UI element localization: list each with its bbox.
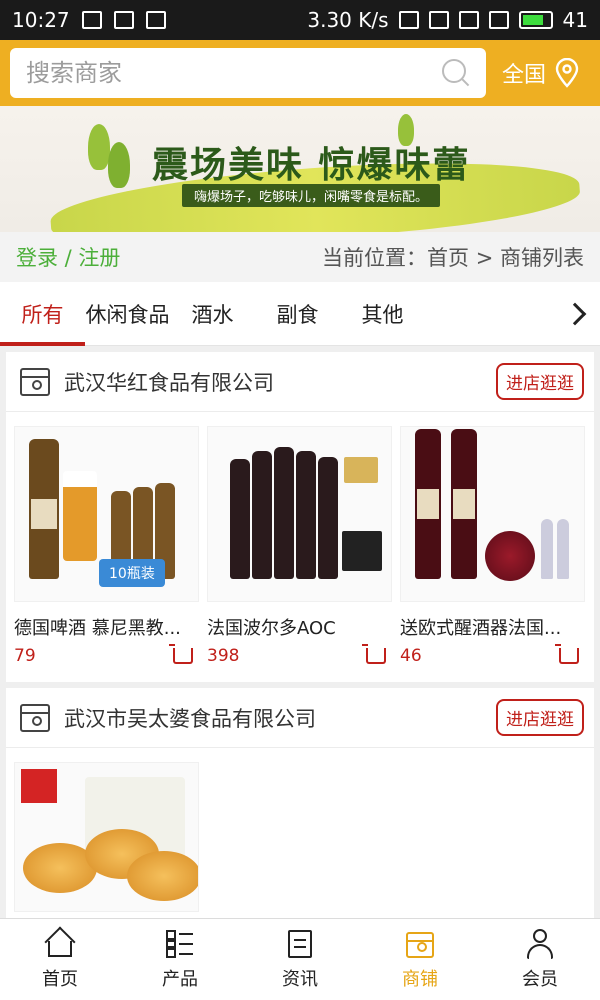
shop-name[interactable]: 武汉市吴太婆食品有限公司	[64, 703, 316, 733]
beer-glass	[63, 471, 97, 561]
banner-tree	[88, 124, 110, 170]
product-name[interactable]: 德国啤酒 慕尼黑教...	[14, 614, 199, 640]
wifi-icon	[458, 11, 479, 29]
status-time: 10:27	[12, 8, 70, 32]
product-image[interactable]	[14, 762, 199, 912]
battery-icon	[518, 11, 553, 29]
wine-bottle	[230, 459, 250, 579]
product-name[interactable]: 送欧式醒酒器法国...	[400, 614, 585, 640]
store-icon	[20, 703, 50, 732]
promo-tag-image	[21, 769, 57, 803]
nav-member-label: 会员	[522, 968, 558, 990]
shop-name[interactable]: 武汉华红食品有限公司	[64, 367, 274, 397]
status-bar: 10:27 3.30 K/s 41	[0, 0, 600, 40]
product-image[interactable]	[207, 426, 392, 602]
visit-store-button[interactable]: 进店逛逛	[496, 699, 584, 736]
alarm-icon	[428, 11, 449, 29]
nav-stores-label: 商铺	[402, 968, 438, 990]
shop-header: 武汉华红食品有限公司 进店逛逛	[6, 352, 594, 412]
wine-bottle	[415, 429, 441, 579]
nav-member[interactable]: 会员	[480, 919, 600, 1000]
shop-card: 武汉市吴太婆食品有限公司 进店逛逛	[6, 688, 594, 928]
tab-snacks[interactable]: 休闲食品	[85, 282, 170, 345]
store-icon	[405, 929, 435, 959]
battery-level: 41	[562, 8, 588, 32]
pack-badge: 10瓶装	[99, 559, 165, 587]
nav-products[interactable]: 产品	[120, 919, 240, 1000]
shop-list: 武汉华红食品有限公司 进店逛逛 10瓶装 德国啤酒 慕尼黑教... 79 法国波…	[0, 352, 600, 928]
tab-other[interactable]: 其他	[340, 282, 425, 345]
region-selector[interactable]: 全国	[502, 57, 580, 89]
product-price: 46	[400, 646, 422, 666]
visit-store-button[interactable]: 进店逛逛	[496, 363, 584, 400]
beer-bottle	[29, 439, 59, 579]
user-icon	[525, 928, 555, 959]
signal-icon	[488, 11, 509, 29]
chevron-right-icon	[563, 302, 587, 325]
tab-groceries[interactable]: 副食	[255, 282, 340, 345]
nav-home[interactable]: 首页	[0, 919, 120, 1000]
product-card[interactable]: 送欧式醒酒器法国... 46	[396, 426, 589, 666]
search-icon[interactable]	[442, 59, 470, 87]
breadcrumb: 当前位置：首页 > 商铺列表	[322, 246, 584, 270]
cart-icon[interactable]	[555, 644, 579, 664]
share-notification-icon	[113, 11, 134, 29]
location-pin-icon	[555, 58, 579, 88]
network-speed: 3.30 K/s	[307, 8, 389, 32]
tab-all[interactable]: 所有	[0, 282, 85, 346]
decanter	[485, 531, 535, 581]
home-icon	[44, 925, 76, 959]
product-card[interactable]: 法国波尔多AOC 398	[203, 426, 396, 666]
cart-icon[interactable]	[169, 644, 193, 664]
nav-stores[interactable]: 商铺	[360, 919, 480, 1000]
store-icon	[20, 367, 50, 396]
product-row: 10瓶装 德国啤酒 慕尼黑教... 79 法国波尔多AOC 398 送欧式醒酒器…	[6, 412, 594, 682]
nav-products-label: 产品	[162, 968, 198, 990]
cart-icon[interactable]	[362, 644, 386, 664]
product-price: 398	[207, 646, 240, 666]
grid-icon	[166, 929, 193, 958]
nav-news-label: 资讯	[282, 968, 318, 990]
region-label: 全国	[502, 63, 547, 88]
login-breadcrumb-row: 登录 / 注册 当前位置：首页 > 商铺列表	[0, 232, 600, 282]
image-notification-icon	[81, 11, 102, 29]
bottom-nav: 首页 产品 资讯 商铺 会员	[0, 918, 600, 1000]
usb-icon	[145, 11, 166, 29]
nav-home-label: 首页	[42, 968, 78, 990]
product-image[interactable]: 10瓶装	[14, 426, 199, 602]
news-icon	[285, 929, 315, 959]
product-price: 79	[14, 646, 36, 666]
product-image[interactable]	[400, 426, 585, 602]
promo-banner[interactable]: 震场美味 惊爆味蕾 嗨爆场子，吃够味儿，闲嘴零食是标配。	[0, 106, 600, 232]
header: 全国	[0, 40, 600, 106]
search-box[interactable]	[10, 48, 486, 98]
shop-header: 武汉市吴太婆食品有限公司 进店逛逛	[6, 688, 594, 748]
vibrate-icon	[398, 11, 419, 29]
category-tabs: 所有 休闲食品 酒水 副食 其他	[0, 282, 600, 346]
search-input[interactable]	[26, 59, 442, 87]
shop-card: 武汉华红食品有限公司 进店逛逛 10瓶装 德国啤酒 慕尼黑教... 79 法国波…	[6, 352, 594, 682]
product-card[interactable]: 10瓶装 德国啤酒 慕尼黑教... 79	[10, 426, 203, 666]
banner-slogan: 嗨爆场子，吃够味儿，闲嘴零食是标配。	[182, 184, 441, 207]
product-name[interactable]: 法国波尔多AOC	[207, 614, 392, 640]
nav-news[interactable]: 资讯	[240, 919, 360, 1000]
tab-drinks[interactable]: 酒水	[170, 282, 255, 345]
product-row	[6, 748, 594, 928]
login-register-link[interactable]: 登录 / 注册	[16, 242, 120, 272]
tabs-scroll-right-button[interactable]	[556, 282, 600, 345]
product-card[interactable]	[10, 762, 203, 912]
banner-title: 震场美味 惊爆味蕾	[152, 145, 471, 186]
banner-tree	[108, 142, 130, 188]
